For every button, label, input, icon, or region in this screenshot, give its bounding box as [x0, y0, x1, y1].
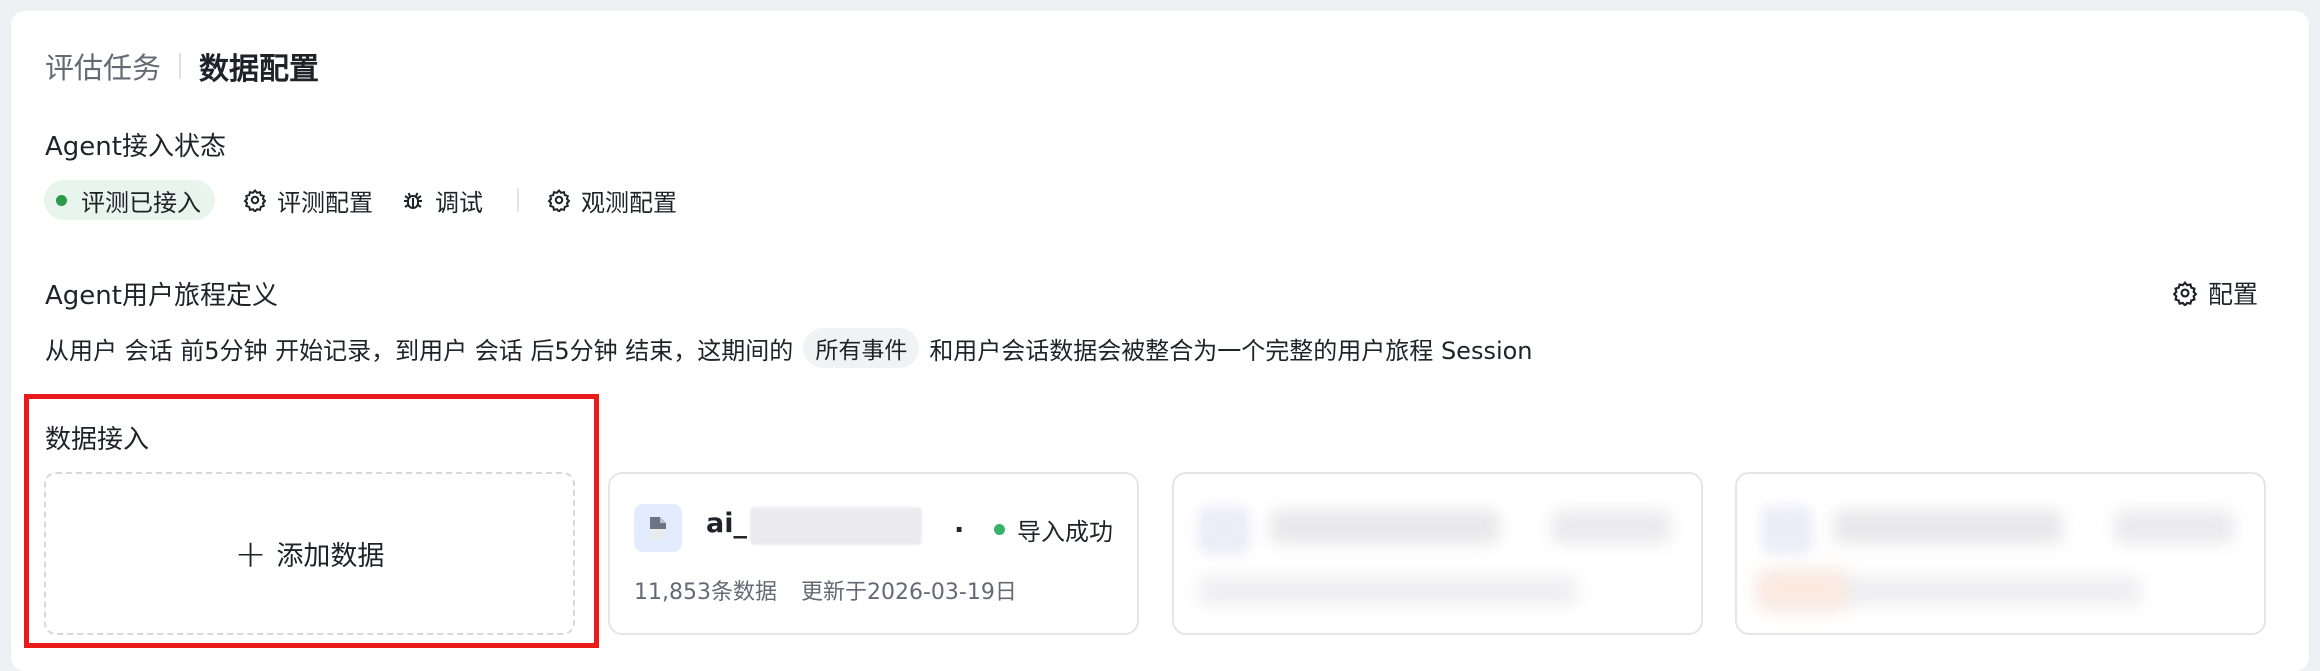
data-source-name: ai_	[706, 508, 747, 539]
data-source-meta: 11,853条数据 更新于2026-03-19日	[634, 574, 1017, 606]
status-dot	[56, 194, 67, 206]
redacted-block	[1761, 506, 1813, 554]
page-title: 数据配置	[199, 52, 320, 87]
journey-description: 从用户 会话 前5分钟 开始记录，到用户 会话 后5分钟 结束，这期间的 所有事…	[45, 327, 1533, 369]
redacted-block	[1270, 510, 1500, 544]
data-source-card[interactable]: ai_ . 导入成功 11,853条数据 更新于2026-03-19日	[608, 472, 1139, 635]
eval-config-button[interactable]: 评测配置	[243, 183, 373, 218]
add-data-button[interactable]: + 添加数据	[44, 472, 575, 635]
agent-status-row: 评测已接入 评测配置 调试 观测配置	[44, 179, 677, 221]
agent-status-title: Agent接入状态	[45, 132, 226, 162]
plus-icon: +	[234, 531, 267, 576]
divider	[517, 188, 519, 212]
observe-config-button[interactable]: 观测配置	[547, 183, 677, 218]
eval-config-label: 评测配置	[277, 188, 373, 217]
journey-config-label: 配置	[2207, 280, 2258, 309]
gear-icon	[243, 188, 267, 212]
data-intake-title: 数据接入	[45, 425, 150, 455]
breadcrumb-separator	[179, 53, 182, 79]
redacted-block	[1551, 510, 1671, 544]
data-source-card-redacted[interactable]	[1735, 472, 2266, 635]
debug-button[interactable]: 调试	[401, 183, 483, 218]
journey-title: Agent用户旅程定义	[45, 281, 278, 311]
import-status: 导入成功	[994, 512, 1113, 547]
updated-date: 更新于2026-03-19日	[800, 580, 1017, 605]
record-count: 11,853条数据	[634, 580, 777, 605]
journey-config-button[interactable]: 配置	[2172, 275, 2258, 311]
file-icon	[634, 504, 682, 552]
debug-label: 调试	[435, 188, 483, 217]
status-badge: 评测已接入	[44, 180, 215, 220]
redacted-block	[2114, 510, 2234, 544]
redacted-block	[1198, 506, 1250, 554]
data-source-name-tail: .	[954, 508, 965, 539]
redacted-block	[1198, 576, 1578, 606]
event-scope-chip[interactable]: 所有事件	[803, 328, 920, 368]
gear-icon	[547, 188, 571, 212]
add-data-label: 添加数据	[276, 541, 385, 572]
redacted-filename	[750, 507, 922, 545]
redacted-block	[1833, 510, 2063, 544]
status-badge-label: 评测已接入	[81, 188, 201, 217]
gear-icon	[2172, 281, 2198, 306]
redacted-block	[1757, 570, 1847, 610]
import-status-label: 导入成功	[1017, 518, 1113, 546]
breadcrumb-parent-link[interactable]: 评估任务	[45, 45, 161, 87]
success-dot	[994, 524, 1005, 535]
bug-icon	[404, 192, 422, 209]
journey-desc-prefix: 从用户 会话 前5分钟 开始记录，到用户 会话 后5分钟 结束，这期间的	[45, 336, 794, 365]
breadcrumb: 评估任务 数据配置	[45, 44, 319, 88]
data-source-card-redacted[interactable]	[1172, 472, 1703, 635]
observe-config-label: 观测配置	[581, 188, 677, 217]
journey-desc-suffix: 和用户会话数据会被整合为一个完整的用户旅程 Session	[929, 336, 1533, 365]
